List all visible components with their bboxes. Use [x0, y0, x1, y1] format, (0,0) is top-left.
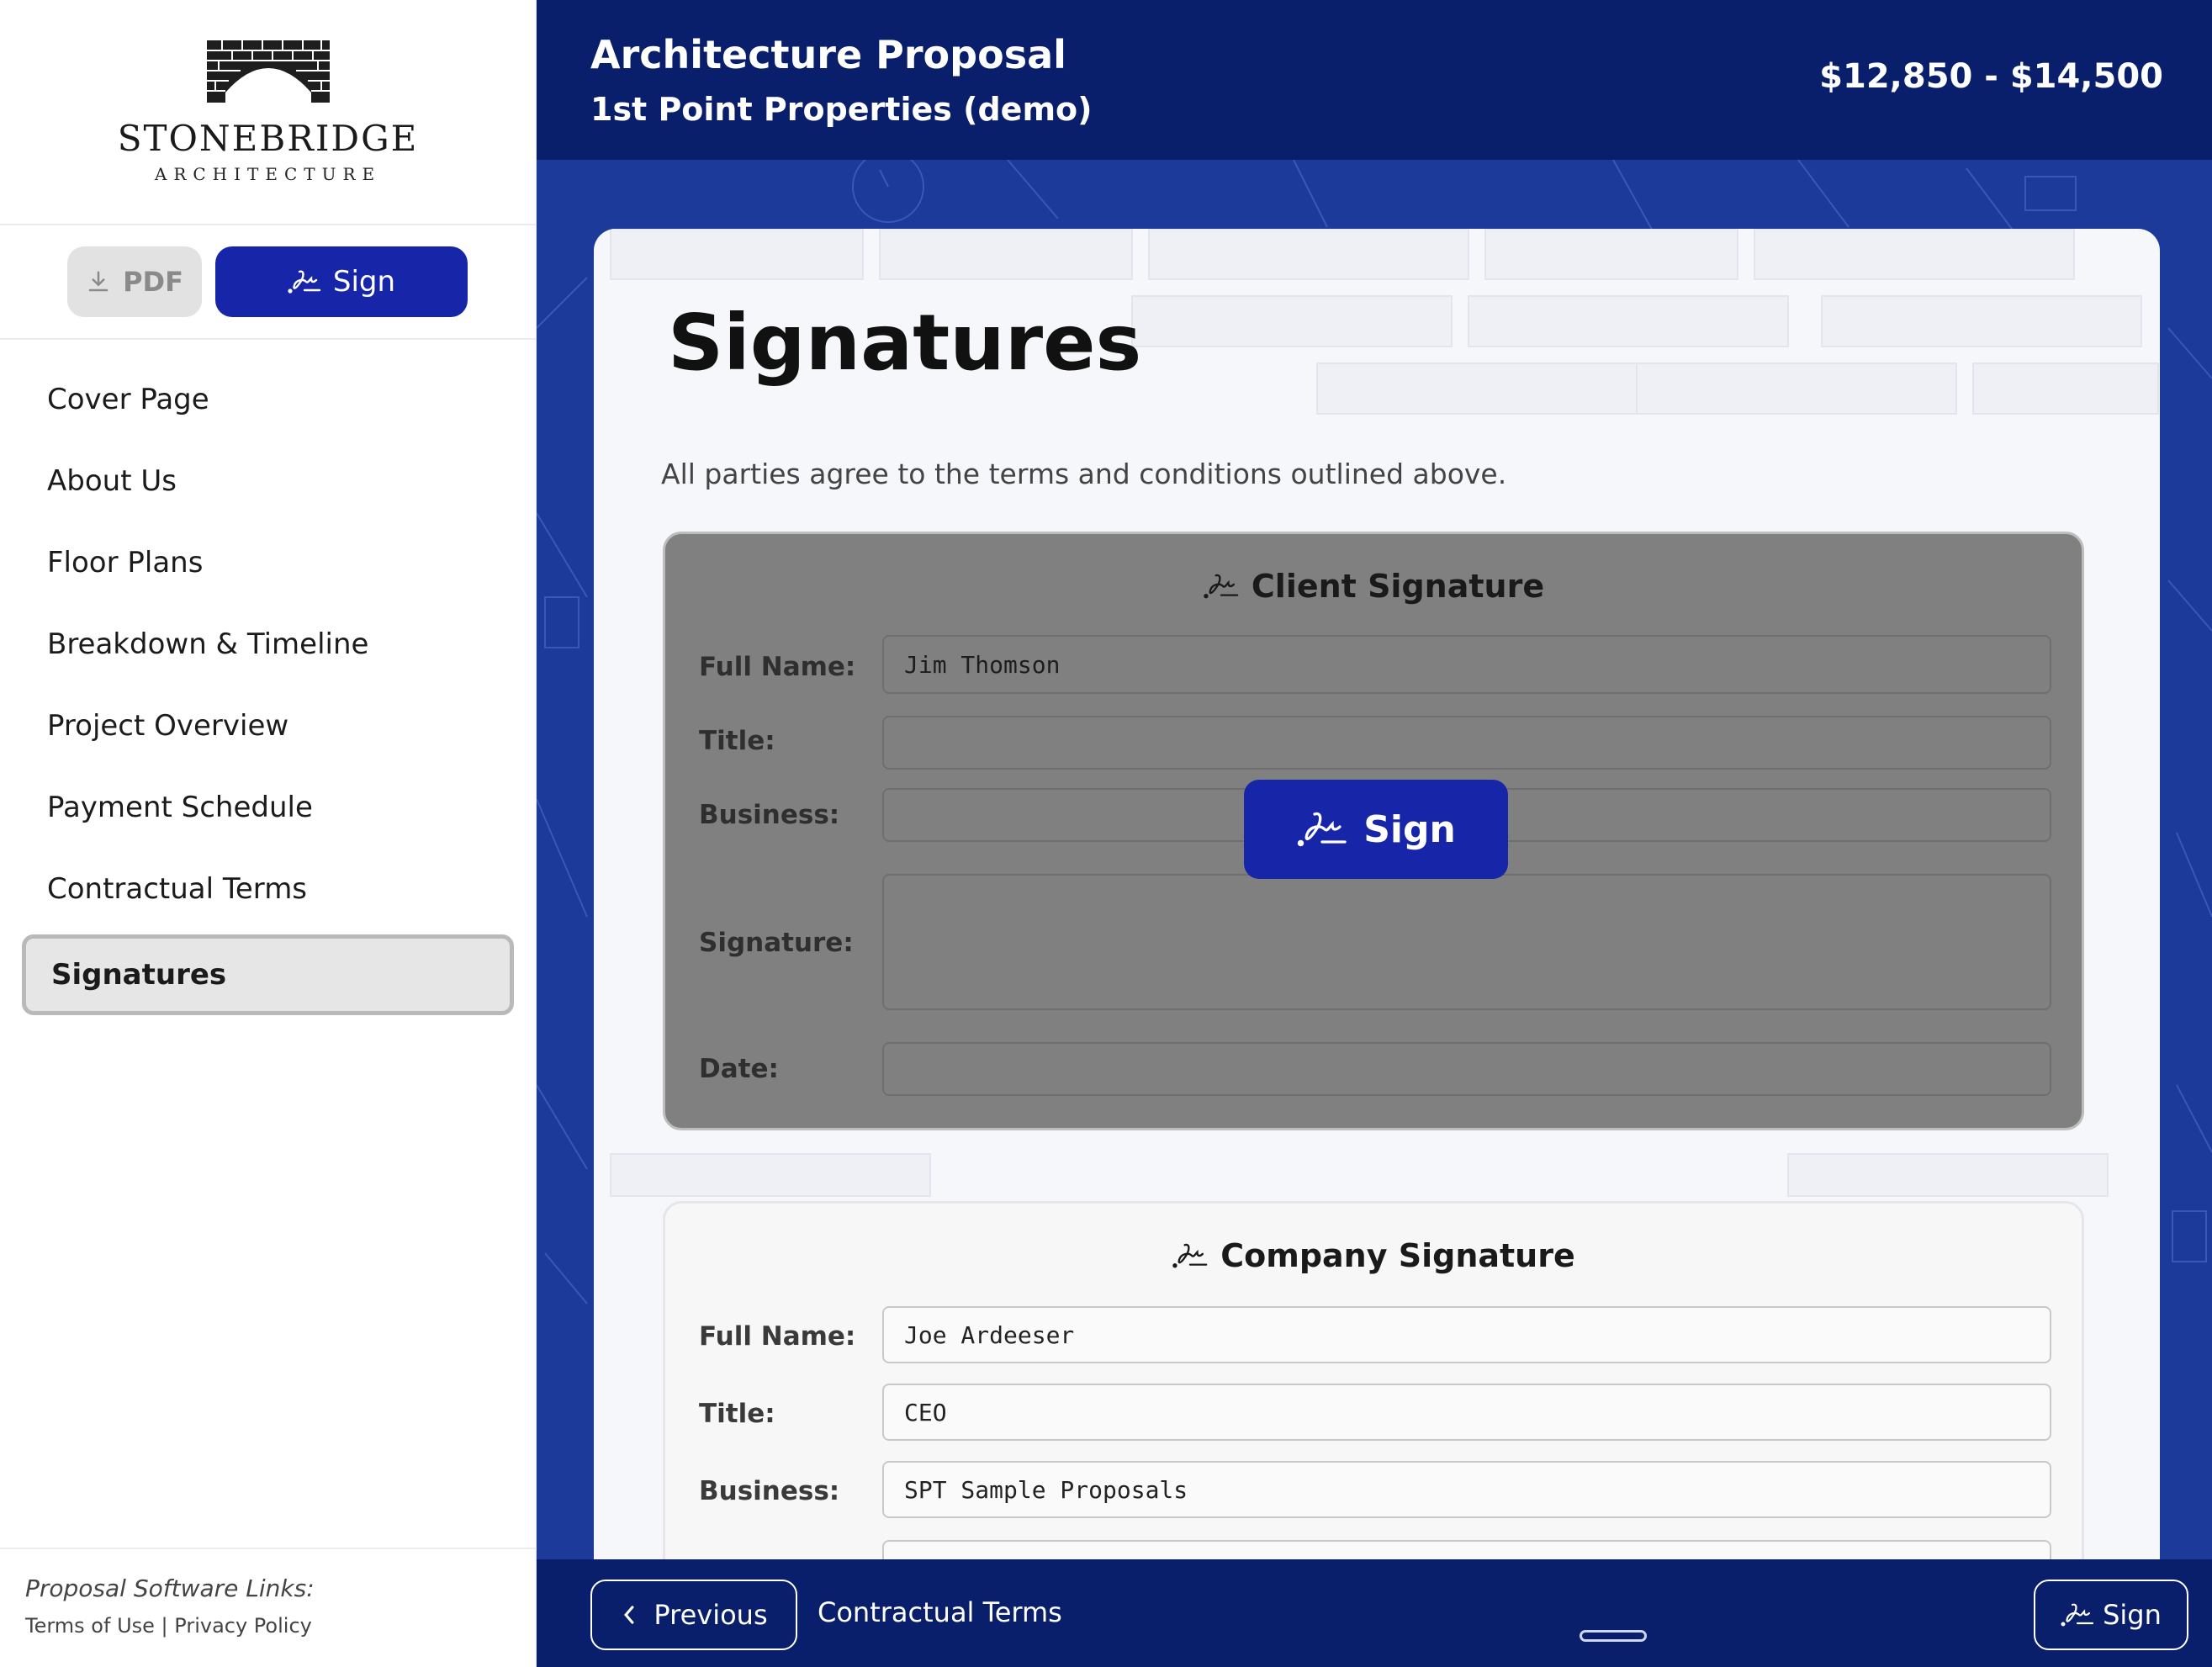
company-title-label: Title:: [699, 1399, 775, 1429]
previous-button[interactable]: Previous: [590, 1580, 797, 1650]
brand-subtitle: ARCHITECTURE: [154, 164, 382, 184]
nav-item-project-overview[interactable]: Project Overview: [0, 685, 536, 766]
previous-button-label: Previous: [654, 1599, 768, 1631]
nav-item-breakdown-timeline[interactable]: Breakdown & Timeline: [0, 603, 536, 685]
signatures-card: Signatures All parties agree to the term…: [594, 229, 2160, 1559]
signature-icon: [1204, 574, 1239, 599]
signature-icon: [288, 270, 321, 294]
company-signature-heading: Company Signature: [665, 1237, 2082, 1274]
client-business-label: Business:: [699, 800, 840, 830]
client-signature-label: Signature:: [699, 928, 854, 958]
sidebar-sign-button[interactable]: Sign: [215, 246, 468, 317]
brand-name: STONEBRIDGE: [117, 118, 419, 159]
nav-item-payment-schedule[interactable]: Payment Schedule: [0, 766, 536, 848]
client-name: 1st Point Properties (demo): [590, 91, 1093, 128]
client-title-field[interactable]: [882, 716, 2051, 770]
nav-item-about-us[interactable]: About Us: [0, 440, 536, 521]
signature-icon: [1297, 812, 1347, 847]
client-date-label: Date:: [699, 1054, 779, 1084]
client-signature-title: Client Signature: [1251, 568, 1545, 605]
client-date-field[interactable]: [882, 1042, 2051, 1096]
sidebar-actions: PDF Sign: [0, 225, 536, 340]
privacy-policy-link[interactable]: Privacy Policy: [174, 1614, 312, 1638]
terms-of-use-link[interactable]: Terms of Use: [25, 1614, 155, 1638]
footer-heading: Proposal Software Links:: [25, 1574, 315, 1602]
sidebar: STONEBRIDGE ARCHITECTURE PDF Sign Cover …: [0, 0, 537, 1667]
bottom-sign-button[interactable]: Sign: [2034, 1580, 2188, 1650]
company-full-name-label: Full Name:: [699, 1321, 856, 1352]
footer-separator: |: [161, 1614, 168, 1638]
page-title: Signatures: [668, 298, 1142, 388]
pdf-button[interactable]: PDF: [67, 246, 202, 317]
company-signature-title: Company Signature: [1220, 1237, 1575, 1274]
client-full-name-label: Full Name:: [699, 652, 856, 682]
company-signature-box: Company Signature Full Name: Joe Ardeese…: [663, 1201, 2084, 1559]
client-title-label: Title:: [699, 726, 775, 756]
content-area: Signatures All parties agree to the term…: [537, 160, 2212, 1559]
sidebar-sign-label: Sign: [332, 265, 396, 299]
previous-section-name: Contractual Terms: [818, 1596, 1062, 1628]
chevron-left-icon: [624, 1606, 634, 1624]
client-signature-box: Client Signature Full Name: Jim Thomson …: [663, 532, 2084, 1130]
price-range: $12,850 - $14,500: [1819, 57, 2163, 96]
company-next-field[interactable]: [882, 1540, 2051, 1559]
nav-item-cover-page[interactable]: Cover Page: [0, 358, 536, 440]
brand-logo: STONEBRIDGE ARCHITECTURE: [0, 0, 536, 225]
client-sign-button[interactable]: Sign: [1244, 780, 1508, 879]
download-icon: [88, 271, 108, 292]
client-sign-label: Sign: [1363, 807, 1456, 851]
proposal-title: Architecture Proposal: [590, 32, 1066, 77]
pdf-button-label: PDF: [123, 266, 183, 298]
sidebar-footer: Proposal Software Links: Terms of Use | …: [0, 1548, 537, 1667]
client-signature-heading: Client Signature: [665, 568, 2082, 605]
nav-item-contractual-terms[interactable]: Contractual Terms: [0, 848, 536, 929]
client-signature-pad[interactable]: [882, 874, 2051, 1010]
company-title-field[interactable]: CEO: [882, 1384, 2051, 1441]
page-description: All parties agree to the terms and condi…: [661, 458, 1507, 490]
section-nav: Cover Page About Us Floor Plans Breakdow…: [0, 340, 536, 1015]
nav-item-signatures[interactable]: Signatures: [22, 934, 514, 1015]
nav-item-floor-plans[interactable]: Floor Plans: [0, 521, 536, 603]
bottom-nav-bar: Previous Contractual Terms Sign: [537, 1559, 2212, 1667]
home-indicator: [1580, 1630, 1647, 1642]
bridge-logo-icon: [206, 40, 330, 103]
company-full-name-field[interactable]: Joe Ardeeser: [882, 1306, 2051, 1363]
client-full-name-field[interactable]: Jim Thomson: [882, 635, 2051, 694]
footer-links: Terms of Use | Privacy Policy: [25, 1614, 537, 1638]
company-business-label: Business:: [699, 1476, 840, 1506]
company-business-field[interactable]: SPT Sample Proposals: [882, 1461, 2051, 1518]
top-header: Architecture Proposal 1st Point Properti…: [537, 0, 2212, 160]
signature-icon: [1172, 1243, 1208, 1268]
signature-icon: [2061, 1603, 2094, 1627]
bottom-sign-label: Sign: [2103, 1599, 2162, 1631]
